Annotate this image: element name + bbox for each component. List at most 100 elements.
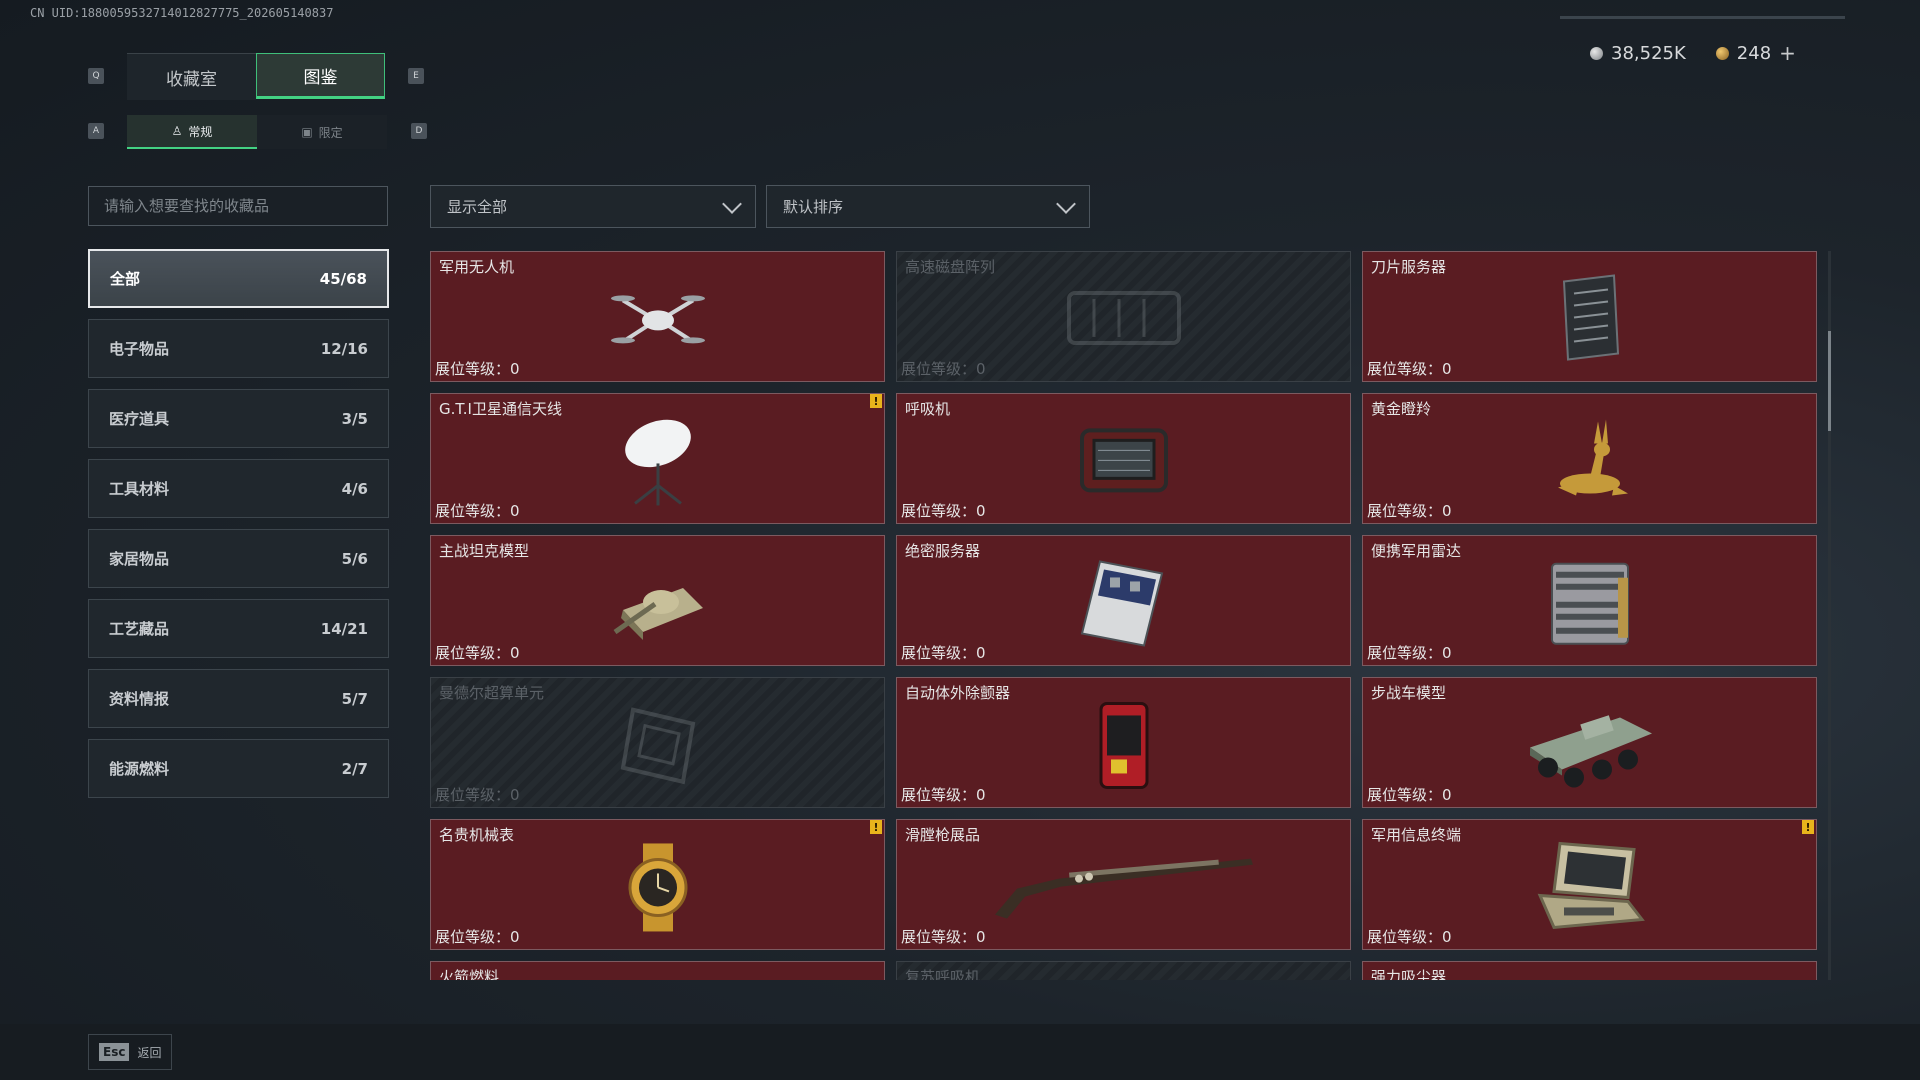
server-icon	[1074, 555, 1174, 654]
subtab-regular[interactable]: ♙ 常规	[127, 115, 257, 149]
category-all[interactable]: 全部 45/68	[88, 249, 389, 308]
alert-badge-icon: !	[870, 394, 882, 408]
category-crafts[interactable]: 工艺藏品 14/21	[88, 599, 389, 658]
filter-dropdown[interactable]: 显示全部	[430, 185, 756, 228]
gold-amount: 248	[1736, 42, 1772, 64]
item-name: 名贵机械表	[439, 826, 515, 844]
ventilator-icon	[1074, 420, 1174, 504]
item-level: 展位等级：0	[1367, 928, 1452, 946]
silver-amount: 38,525K	[1611, 42, 1686, 64]
sort-dropdown[interactable]: 默认排序	[766, 185, 1090, 228]
figure-icon: ♙	[171, 124, 183, 138]
back-label: 返回	[137, 1045, 162, 1060]
item-card[interactable]: 便携军用雷达 展位等级：0	[1362, 535, 1817, 666]
item-name: 军用无人机	[439, 258, 515, 276]
satellite-dish-icon	[613, 413, 703, 512]
item-card[interactable]: 军用信息终端 ! 展位等级：0	[1362, 819, 1817, 950]
image-icon: ▣	[301, 125, 313, 139]
add-currency-button[interactable]: +	[1779, 41, 1796, 65]
category-label: 家居物品	[109, 550, 170, 568]
item-card[interactable]: 呼吸机 展位等级：0	[896, 393, 1351, 524]
category-list: 全部 45/68 电子物品 12/16 医疗道具 3/5 工具材料 4/6 家居…	[88, 249, 389, 809]
silver-coin-icon	[1590, 46, 1603, 60]
category-tools[interactable]: 工具材料 4/6	[88, 459, 389, 518]
sub-tabs: ♙ 常规 ▣ 限定	[127, 115, 387, 149]
item-card[interactable]: 名贵机械表 ! 展位等级：0	[430, 819, 885, 950]
item-name: 主战坦克模型	[439, 542, 530, 560]
terminal-icon	[1530, 839, 1650, 938]
item-card-locked[interactable]: 复苏呼吸机 展位等级：	[896, 961, 1351, 980]
item-name: G.T.I卫星通信天线	[439, 400, 562, 418]
item-level: 展位等级：0	[1367, 360, 1452, 378]
item-level: 展位等级：0	[435, 502, 520, 520]
subtab-limited[interactable]: ▣ 限定	[257, 115, 387, 149]
key-hint-q: Q	[88, 68, 104, 84]
item-name: 黄金瞪羚	[1371, 400, 1432, 418]
item-card-locked[interactable]: 高速磁盘阵列 展位等级：0	[896, 251, 1351, 382]
key-hint-d: D	[411, 123, 427, 139]
alert-badge-icon: !	[870, 820, 882, 834]
tab-catalog[interactable]: 图鉴	[256, 53, 385, 99]
item-card[interactable]: 自动体外除颤器 展位等级：0	[896, 677, 1351, 808]
musket-icon	[989, 848, 1259, 927]
category-household[interactable]: 家居物品 5/6	[88, 529, 389, 588]
chevron-down-icon	[722, 193, 742, 214]
category-count: 4/6	[341, 479, 368, 498]
category-intel[interactable]: 资料情报 5/7	[88, 669, 389, 728]
item-card[interactable]: 滑膛枪展品 展位等级：0	[896, 819, 1351, 950]
grid-scrollbar[interactable]	[1828, 251, 1831, 980]
item-card[interactable]: 黄金瞪羚 展位等级：0	[1362, 393, 1817, 524]
item-name: 自动体外除颤器	[905, 684, 1011, 702]
item-card[interactable]: 刀片服务器 展位等级：0	[1362, 251, 1817, 382]
currency-bar: 38,525K 248 +	[1590, 40, 1840, 66]
category-count: 5/7	[341, 689, 368, 708]
item-level: 展位等级：0	[435, 644, 520, 662]
sort-value: 默认排序	[783, 198, 844, 216]
item-card[interactable]: 步战车模型 展位等级：0	[1362, 677, 1817, 808]
defibrillator-icon	[1089, 697, 1159, 796]
back-button[interactable]: Esc 返回	[88, 1034, 172, 1070]
item-grid-viewport: 军用无人机 展位等级：0 高速磁盘阵列 展位等级：0 刀片服务器 展位等级：0 …	[430, 251, 1820, 980]
item-level: 展位等级：0	[901, 644, 986, 662]
item-name: 便携军用雷达	[1371, 542, 1462, 560]
category-count: 14/21	[320, 619, 368, 638]
item-card-locked[interactable]: 曼德尔超算单元 展位等级：0	[430, 677, 885, 808]
category-label: 电子物品	[109, 340, 170, 358]
category-count: 45/68	[319, 269, 367, 288]
tab-collection-room[interactable]: 收藏室	[127, 53, 256, 100]
category-energy[interactable]: 能源燃料 2/7	[88, 739, 389, 798]
scrollbar-thumb[interactable]	[1828, 331, 1831, 431]
item-card[interactable]: 主战坦克模型 展位等级：0	[430, 535, 885, 666]
category-electronics[interactable]: 电子物品 12/16	[88, 319, 389, 378]
subtab-limited-label: 限定	[318, 125, 343, 140]
key-hint-e: E	[408, 68, 424, 84]
category-label: 工艺藏品	[109, 620, 170, 638]
item-name: 刀片服务器	[1371, 258, 1447, 276]
category-count: 2/7	[341, 759, 368, 778]
item-card[interactable]: 军用无人机 展位等级：0	[430, 251, 885, 382]
item-name: 火箭燃料	[439, 968, 500, 980]
item-card[interactable]: 绝密服务器 展位等级：0	[896, 535, 1351, 666]
disk-array-icon	[1059, 282, 1189, 356]
item-name: 军用信息终端	[1371, 826, 1462, 844]
search-input[interactable]	[88, 186, 388, 226]
compute-unit-icon	[613, 699, 703, 793]
category-count: 5/6	[341, 549, 368, 568]
item-level: 展位等级：0	[435, 360, 520, 378]
item-card[interactable]: G.T.I卫星通信天线 ! 展位等级：0	[430, 393, 885, 524]
item-name: 复苏呼吸机	[905, 968, 981, 980]
item-card[interactable]: 火箭燃料 展位等级：	[430, 961, 885, 980]
category-count: 12/16	[320, 339, 368, 358]
item-card[interactable]: 强力吸尘器 展位等级：	[1362, 961, 1817, 980]
item-name: 呼吸机	[905, 400, 951, 418]
alert-badge-icon: !	[1802, 820, 1814, 834]
category-medical[interactable]: 医疗道具 3/5	[88, 389, 389, 448]
drone-icon	[603, 278, 713, 362]
category-label: 资料情报	[109, 690, 170, 708]
item-level: 展位等级：0	[901, 786, 986, 804]
ifv-icon	[1520, 697, 1660, 796]
chevron-down-icon	[1056, 193, 1076, 214]
gold-coin-icon	[1715, 46, 1729, 60]
item-level: 展位等级：0	[1367, 502, 1452, 520]
item-level: 展位等级：0	[1367, 786, 1452, 804]
